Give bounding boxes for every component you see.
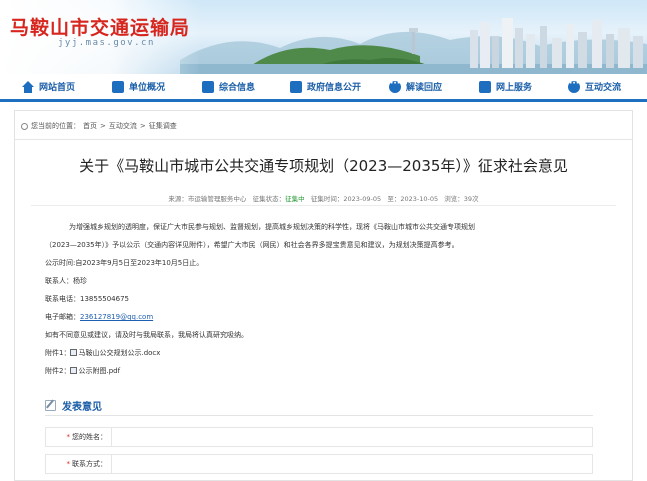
nav-item-label: 单位概况: [129, 83, 166, 93]
info-icon: [202, 80, 214, 93]
main-nav: 网站首页 单位概况 综合信息 政府信息公开 解读回应 网上服务 互动交流: [0, 74, 647, 102]
nav-item-label: 网站首页: [39, 83, 76, 93]
nav-item-general-info[interactable]: 综合信息: [202, 74, 255, 99]
breadcrumb-link-home[interactable]: 首页: [83, 121, 97, 131]
attachment-1: 附件1： 马鞍山公交规划公示.docx: [45, 347, 605, 359]
email-link[interactable]: 236127819@qq.com: [80, 313, 153, 321]
nav-item-interaction[interactable]: 互动交流: [568, 74, 621, 99]
breadcrumb: 您当前的位置： 首页 > 互动交流 > 征集调查: [21, 121, 177, 131]
email-line: 电子邮箱：236127819@qq.com: [45, 311, 605, 323]
contact-input[interactable]: [112, 455, 592, 473]
required-mark: *: [66, 460, 71, 468]
contact-field-row: * 联系方式：: [45, 454, 593, 474]
contact-line: 联系人：杨珍: [45, 275, 605, 287]
article-meta: 来源：市运输管理服务中心 征集状态：征集中 征集时间：2023-09-05 至：…: [15, 193, 632, 203]
contact-value: 杨珍: [73, 277, 87, 285]
attachment-link-docx[interactable]: 马鞍山公交规划公示.docx: [78, 349, 160, 357]
divider: [15, 139, 632, 140]
content-panel: 您当前的位置： 首页 > 互动交流 > 征集调查 关于《马鞍山市城市公共交通专项…: [14, 110, 633, 481]
breadcrumb-link-survey[interactable]: 征集调查: [149, 121, 177, 131]
source-label: 来源：: [168, 195, 188, 203]
nav-item-online-service[interactable]: 网上服务: [479, 74, 532, 99]
chat-icon: [389, 79, 401, 93]
nav-item-label: 互动交流: [585, 83, 622, 93]
views-label: 浏览：: [444, 195, 464, 203]
views-count: 39次: [463, 195, 479, 203]
field-label: 联系方式：: [72, 460, 107, 468]
publicity-time: 公示时间:自2023年9月5日至2023年10月5日止。: [45, 259, 204, 267]
end-date: 2023-10-05: [400, 195, 439, 203]
source-value: 市运输管理服务中心: [187, 195, 247, 203]
site-title[interactable]: 马鞍山市交通运输局: [10, 13, 190, 40]
chat-icon: [568, 79, 580, 93]
site-url: jyj.mas.gov.cn: [58, 38, 155, 48]
nav-item-overview[interactable]: 单位概况: [112, 74, 165, 99]
page-title: 关于《马鞍山市城市公共交通专项规划（2023—2035年）》征求社会意见: [79, 157, 568, 175]
document-icon: [290, 80, 302, 93]
attachment-label: 附件2：: [45, 367, 71, 375]
contact-label: 联系人：: [45, 277, 73, 285]
divider: [45, 415, 593, 416]
nav-item-label: 政府信息公开: [307, 83, 362, 93]
status-label: 征集状态：: [252, 195, 286, 203]
start-label: 征集时间：: [310, 195, 344, 203]
breadcrumb-separator: >: [100, 122, 106, 130]
paragraph: （2023—2035年）》予以公示（交通内容详见附件），希望广大市民（网民）和社…: [45, 241, 459, 249]
nav-item-gov-disclosure[interactable]: 政府信息公开: [290, 74, 361, 99]
article-body: 为增强城乡规划的透明度，保证广大市民参与规划、监督规划，提高城乡规划决策的科学性…: [45, 221, 605, 377]
doc-file-icon: [70, 349, 78, 356]
home-icon: [22, 80, 34, 93]
nav-item-label: 网上服务: [496, 83, 533, 93]
comment-heading: 发表意见: [45, 398, 102, 413]
closing-text: 如有不同意见或建议，请及时与我局联系，我局将认真研究吸纳。: [45, 331, 248, 339]
building-icon: [112, 80, 124, 93]
breadcrumb-link-interaction[interactable]: 互动交流: [109, 121, 137, 131]
site-banner: 马鞍山市交通运输局 jyj.mas.gov.cn: [0, 0, 647, 74]
phone-label: 联系电话：: [45, 295, 80, 303]
attachment-label: 附件1：: [45, 349, 71, 357]
breadcrumb-separator: >: [139, 122, 146, 130]
status-badge: 征集中: [285, 195, 305, 203]
field-label: 您的姓名：: [72, 433, 107, 441]
email-label: 电子邮箱：: [45, 313, 80, 321]
attachment-2: 附件2： 公示附图.pdf: [45, 365, 605, 377]
start-date: 2023-09-05: [343, 195, 382, 203]
comment-heading-label: 发表意见: [62, 402, 102, 413]
required-mark: *: [66, 433, 71, 441]
paragraph: 为增强城乡规划的透明度，保证广大市民参与规划、监督规划，提高城乡规划决策的科学性…: [69, 223, 475, 231]
name-input[interactable]: [112, 428, 592, 446]
location-pin-icon: [21, 122, 28, 130]
nav-item-interpretation[interactable]: 解读回应: [389, 74, 442, 99]
nav-item-label: 解读回应: [406, 83, 443, 93]
attachment-link-pdf[interactable]: 公示附图.pdf: [78, 367, 120, 375]
name-field-label: * 您的姓名：: [46, 428, 112, 446]
breadcrumb-prefix: 您当前的位置：: [31, 122, 80, 130]
pdf-file-icon: [70, 367, 78, 374]
end-label: 至：: [387, 195, 401, 203]
edit-icon: [45, 400, 56, 411]
divider: [31, 205, 616, 206]
service-icon: [479, 80, 491, 93]
contact-field-label: * 联系方式：: [46, 455, 112, 473]
nav-item-home[interactable]: 网站首页: [22, 74, 75, 99]
phone-value: 13855504675: [80, 295, 129, 303]
phone-line: 联系电话：13855504675: [45, 293, 605, 305]
name-field-row: * 您的姓名：: [45, 427, 593, 447]
nav-item-label: 综合信息: [219, 83, 256, 93]
